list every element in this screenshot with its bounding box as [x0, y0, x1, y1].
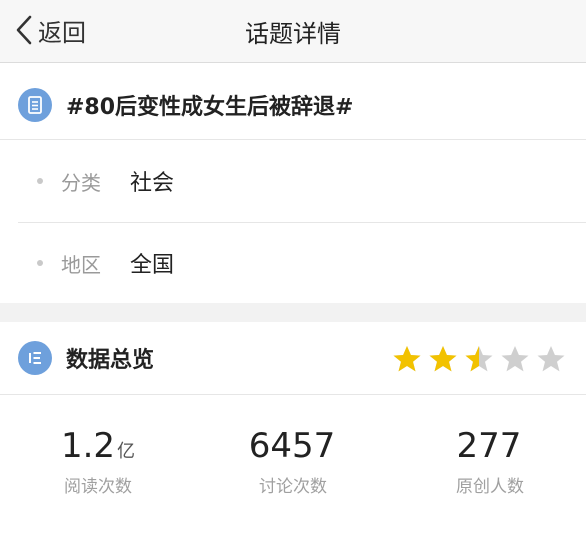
topic-title: #80后变性成女生后被辞退# [66, 95, 354, 120]
metric-original-authors: 277 原创人数 [410, 426, 570, 497]
topic-card: #80后变性成女生后被辞退# 分类 社会 地区 全国 [0, 63, 586, 303]
star-icon [501, 346, 529, 372]
category-value: 社会 [130, 171, 175, 196]
metric-label: 原创人数 [456, 477, 524, 497]
topic-header: #80后变性成女生后被辞退# [0, 71, 586, 139]
metric-value: 6457 [248, 426, 336, 466]
divider [0, 394, 586, 395]
metric-discussions: 6457 讨论次数 [213, 426, 373, 497]
page-title: 话题详情 [245, 20, 341, 48]
star-icon [465, 346, 493, 372]
list-icon [18, 341, 52, 375]
star-icon [429, 346, 457, 372]
category-row: 分类 社会 [0, 141, 586, 221]
metric-label: 讨论次数 [259, 477, 327, 497]
star-icon [393, 346, 421, 372]
region-label: 地区 [61, 252, 101, 277]
metric-value: 277 [456, 426, 522, 466]
stats-title: 数据总览 [66, 348, 155, 373]
rating-stars [392, 344, 566, 374]
region-row: 地区 全国 [0, 223, 586, 303]
region-value: 全国 [130, 253, 175, 278]
metric-label: 阅读次数 [64, 477, 132, 497]
metric-value: 1.2 [60, 426, 116, 466]
stats-card: 数据总览 1.2 亿 阅读次数 6457 讨论次数 277 原创人数 [0, 322, 586, 538]
stats-header: 数据总览 [0, 322, 586, 394]
star-icon [537, 346, 565, 372]
metric-unit: 亿 [117, 441, 136, 462]
metric-reads: 1.2 亿 阅读次数 [18, 426, 178, 497]
bullet-icon [37, 178, 43, 184]
nav-bar: 返回 话题详情 [0, 0, 586, 63]
document-icon [18, 88, 52, 122]
category-label: 分类 [61, 170, 101, 195]
bullet-icon [37, 260, 43, 266]
divider [0, 139, 586, 140]
